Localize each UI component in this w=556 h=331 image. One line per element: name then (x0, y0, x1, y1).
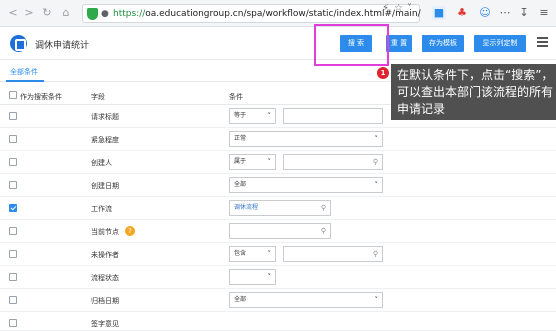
field-label: 创建日期 (91, 182, 119, 190)
show-columns-button[interactable]: 显示列定制 (474, 35, 526, 52)
workflow-logo-icon (10, 35, 27, 52)
menu-icon[interactable]: ≡ (537, 6, 551, 20)
app-header: 调休申请统计 搜 索 重 置 存为模板 显示列定制 (0, 27, 556, 60)
home-icon[interactable]: ⌂ (59, 6, 73, 20)
row-checkbox[interactable] (9, 181, 17, 189)
field-label: 请求标题 (91, 113, 119, 121)
reset-button[interactable]: 重 置 (386, 35, 412, 52)
header-as-condition: 作为搜索条件 (20, 93, 62, 101)
operator-select[interactable]: 包含 ˅ (229, 246, 276, 262)
instruction-callout: 在默认条件下，点击“搜索”，可以查出本部门该流程的所有申请记录 (391, 64, 556, 120)
forward-icon[interactable]: > (22, 6, 36, 20)
extension-icon[interactable]: ■ (432, 6, 446, 20)
list-icon[interactable] (537, 37, 548, 47)
row-checkbox[interactable] (9, 227, 17, 235)
save-template-button[interactable]: 存为模板 (422, 35, 464, 52)
table-row: 紧急程度 正常 ˅ (0, 128, 556, 151)
table-row: 签字意见 (0, 312, 556, 331)
table-row: 流程状态 ˅ (0, 266, 556, 289)
creator-input[interactable]: ⚲ (283, 154, 383, 170)
chevron-down-icon: ˅ (374, 181, 379, 189)
row-checkbox[interactable] (9, 204, 17, 212)
workflow-input[interactable]: 调休流程 ⚲ (229, 200, 331, 216)
chevron-down-icon[interactable]: ˅ (407, 3, 412, 15)
urgency-select[interactable]: 正常 ˅ (229, 131, 383, 147)
field-label: 创建人 (91, 159, 112, 167)
game-icon[interactable]: ♣ (455, 6, 469, 20)
node-input[interactable]: ⚲ (229, 223, 331, 239)
back-icon[interactable]: < (6, 6, 20, 20)
url-text: https://oa.educationgroup.cn/spa/workflo… (113, 9, 421, 19)
apps-icon[interactable]: ⋯ (498, 6, 512, 20)
row-checkbox[interactable] (9, 296, 17, 304)
field-label: 工作流 (91, 205, 112, 213)
value-input[interactable] (283, 108, 383, 124)
operator-select[interactable]: 等于 ˅ (229, 108, 276, 124)
row-checkbox[interactable] (9, 158, 17, 166)
browser-toolbar: < > ↻ ⌂ ● https://oa.educationgroup.cn/s… (0, 0, 556, 27)
search-icon[interactable]: ⚲ (373, 155, 378, 169)
page-title: 调休申请统计 (35, 41, 90, 51)
chevron-down-icon: ˅ (267, 273, 272, 281)
operator-select[interactable]: 属于 ˅ (229, 154, 276, 170)
field-label: 流程状态 (91, 274, 119, 282)
lightning-icon[interactable]: ⚡ (382, 3, 389, 15)
row-checkbox[interactable] (9, 250, 17, 258)
step-badge: 1 (377, 67, 389, 79)
search-icon[interactable]: ⚲ (373, 247, 378, 261)
chevron-down-icon: ˅ (374, 296, 379, 304)
row-checkbox[interactable] (9, 273, 17, 281)
chevron-down-icon: ˅ (267, 158, 272, 166)
operator-input[interactable]: ⚲ (283, 246, 383, 262)
smiley-icon[interactable]: ☺ (478, 6, 492, 20)
star-icon[interactable]: ☆ (394, 3, 403, 15)
table-row: 创建日期 全部 ˅ (0, 174, 556, 197)
select-all-checkbox[interactable] (9, 91, 17, 99)
table-row: 当前节点 ? ⚲ (0, 220, 556, 243)
header-condition: 条件 (229, 93, 243, 101)
header-field: 字段 (91, 93, 105, 101)
row-checkbox[interactable] (9, 319, 17, 327)
field-label: 未操作者 (91, 251, 119, 259)
shield-icon (87, 8, 98, 20)
chevron-down-icon: ˅ (267, 112, 272, 120)
tab-underline (6, 80, 44, 82)
row-checkbox[interactable] (9, 112, 17, 120)
table-row: 归档日期 全部 ˅ (0, 289, 556, 312)
field-label: 签字意见 (91, 320, 119, 328)
reload-icon[interactable]: ↻ (40, 6, 54, 20)
address-bar[interactable]: ● https://oa.educationgroup.cn/spa/workf… (82, 4, 421, 23)
table-row: 创建人 属于 ˅ ⚲ (0, 151, 556, 174)
table-row: 未操作者 包含 ˅ ⚲ (0, 243, 556, 266)
status-select[interactable]: ˅ (229, 269, 276, 285)
lock-icon: ● (101, 9, 109, 19)
archive-date-select[interactable]: 全部 ˅ (229, 292, 383, 308)
download-icon[interactable]: ↧ (517, 6, 531, 20)
date-range-select[interactable]: 全部 ˅ (229, 177, 383, 193)
field-label: 紧急程度 (91, 136, 119, 144)
chevron-down-icon: ˅ (374, 135, 379, 143)
search-icon[interactable]: ⚲ (321, 224, 326, 238)
chevron-down-icon: ˅ (267, 250, 272, 258)
tab-all-conditions[interactable]: 全部条件 (10, 67, 38, 77)
field-label: 当前节点 (91, 228, 119, 236)
row-checkbox[interactable] (9, 135, 17, 143)
help-icon[interactable]: ? (125, 226, 135, 236)
table-row: 工作流 调休流程 ⚲ (0, 197, 556, 220)
search-icon[interactable]: ⚲ (321, 201, 326, 215)
field-label: 归档日期 (91, 297, 119, 305)
